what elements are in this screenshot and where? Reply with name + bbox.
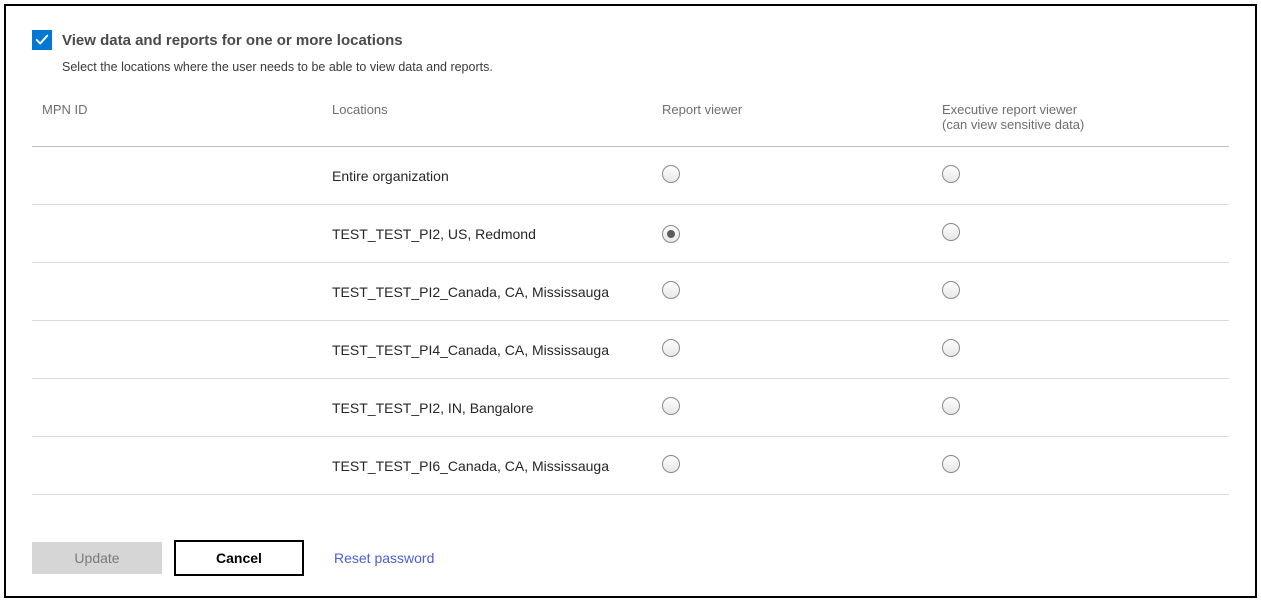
exec-viewer-radio[interactable] xyxy=(942,455,960,473)
update-button[interactable]: Update xyxy=(32,542,162,574)
col-header-report-viewer: Report viewer xyxy=(652,96,932,147)
exec-viewer-line2: (can view sensitive data) xyxy=(942,117,1219,132)
cell-mpn xyxy=(32,205,322,263)
exec-viewer-radio[interactable] xyxy=(942,339,960,357)
cell-location: TEST_TEST_PI2, IN, Bangalore xyxy=(322,379,652,437)
cell-location: TEST_TEST_PI2, US, Redmond xyxy=(322,205,652,263)
cell-mpn xyxy=(32,379,322,437)
cell-report-viewer xyxy=(652,205,932,263)
report-viewer-radio[interactable] xyxy=(662,339,680,357)
cell-location: TEST_TEST_PI6_Canada, CA, Mississauga xyxy=(322,437,652,495)
report-viewer-radio[interactable] xyxy=(662,225,680,243)
cell-report-viewer xyxy=(652,263,932,321)
table-row: TEST_TEST_PI6_Canada, CA, Mississauga xyxy=(32,437,1229,495)
report-viewer-radio[interactable] xyxy=(662,165,680,183)
col-header-locations: Locations xyxy=(322,96,652,147)
checkmark-icon xyxy=(35,33,49,47)
cell-location: Entire organization xyxy=(322,147,652,205)
col-header-mpn: MPN ID xyxy=(32,96,322,147)
section-title: View data and reports for one or more lo… xyxy=(62,32,403,49)
section-header: View data and reports for one or more lo… xyxy=(32,30,1229,50)
reset-password-link[interactable]: Reset password xyxy=(334,550,434,566)
cell-report-viewer xyxy=(652,321,932,379)
col-header-exec-viewer: Executive report viewer (can view sensit… xyxy=(932,96,1229,147)
locations-table: MPN ID Locations Report viewer Executive… xyxy=(32,96,1229,495)
cell-exec-viewer xyxy=(932,379,1229,437)
cancel-button[interactable]: Cancel xyxy=(174,540,304,576)
cell-report-viewer xyxy=(652,147,932,205)
exec-viewer-radio[interactable] xyxy=(942,165,960,183)
cell-report-viewer xyxy=(652,437,932,495)
permissions-panel: View data and reports for one or more lo… xyxy=(4,4,1257,598)
exec-viewer-line1: Executive report viewer xyxy=(942,102,1077,117)
table-row: Entire organization xyxy=(32,147,1229,205)
exec-viewer-radio[interactable] xyxy=(942,223,960,241)
table-row: TEST_TEST_PI2_Canada, CA, Mississauga xyxy=(32,263,1229,321)
exec-viewer-radio[interactable] xyxy=(942,397,960,415)
report-viewer-radio[interactable] xyxy=(662,281,680,299)
exec-viewer-radio[interactable] xyxy=(942,281,960,299)
cell-location: TEST_TEST_PI2_Canada, CA, Mississauga xyxy=(322,263,652,321)
cell-report-viewer xyxy=(652,379,932,437)
section-subtitle: Select the locations where the user need… xyxy=(62,60,1229,74)
cell-mpn xyxy=(32,321,322,379)
table-row: TEST_TEST_PI4_Canada, CA, Mississauga xyxy=(32,321,1229,379)
table-row: TEST_TEST_PI2, IN, Bangalore xyxy=(32,379,1229,437)
cell-exec-viewer xyxy=(932,147,1229,205)
cell-exec-viewer xyxy=(932,321,1229,379)
cell-exec-viewer xyxy=(932,437,1229,495)
cell-mpn xyxy=(32,147,322,205)
table-row: TEST_TEST_PI2, US, Redmond xyxy=(32,205,1229,263)
cell-mpn xyxy=(32,263,322,321)
cell-location: TEST_TEST_PI4_Canada, CA, Mississauga xyxy=(322,321,652,379)
cell-exec-viewer xyxy=(932,205,1229,263)
footer-actions: Update Cancel Reset password xyxy=(32,540,434,576)
report-viewer-radio[interactable] xyxy=(662,397,680,415)
report-viewer-radio[interactable] xyxy=(662,455,680,473)
cell-mpn xyxy=(32,437,322,495)
view-data-checkbox[interactable] xyxy=(32,30,52,50)
cell-exec-viewer xyxy=(932,263,1229,321)
